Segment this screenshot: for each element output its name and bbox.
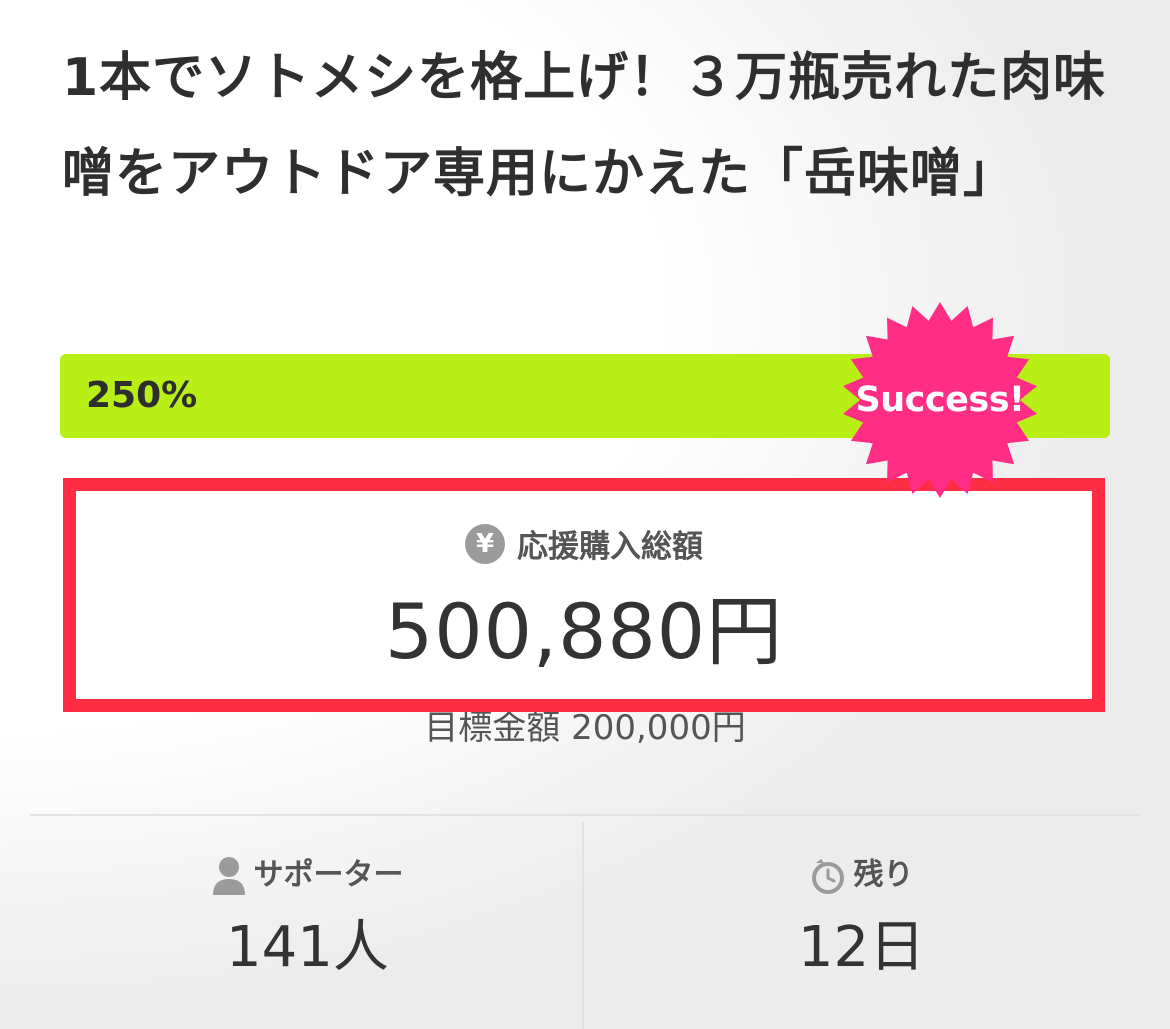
- timer-icon: [811, 858, 844, 894]
- total-amount-highlight: ¥ 応援購入総額 500,880円: [63, 478, 1105, 712]
- supporters-label-row: サポーター: [30, 850, 585, 900]
- total-amount-value: 500,880円: [384, 587, 784, 676]
- total-amount-label: 応援購入総額: [517, 529, 703, 565]
- project-title: 1本でソトメシを格上げ！３万瓶売れた肉味噌をアウトドア専用にかえた「岳味噌」: [62, 48, 1107, 204]
- success-badge-text: Success!: [855, 380, 1025, 420]
- supporters-label: サポーター: [253, 857, 404, 893]
- person-icon: [212, 856, 245, 895]
- remaining-stat: 残り 12日: [584, 850, 1139, 988]
- remaining-label: 残り: [853, 857, 914, 893]
- remaining-days: 12日: [797, 915, 926, 980]
- progress-percent-label: 250%: [86, 375, 198, 416]
- project-summary: 1本でソトメシを格上げ！３万瓶売れた肉味噌をアウトドア専用にかえた「岳味噌」 2…: [0, 0, 1170, 1029]
- success-badge: Success!: [838, 300, 1042, 500]
- supporters-stat: サポーター 141人: [30, 850, 585, 988]
- total-amount-label-row: ¥ 応援購入総額: [76, 521, 1092, 566]
- remaining-label-row: 残り: [584, 850, 1139, 900]
- supporters-count: 141人: [226, 915, 389, 980]
- yen-icon: ¥: [465, 523, 505, 564]
- stats-divider: [30, 814, 1140, 816]
